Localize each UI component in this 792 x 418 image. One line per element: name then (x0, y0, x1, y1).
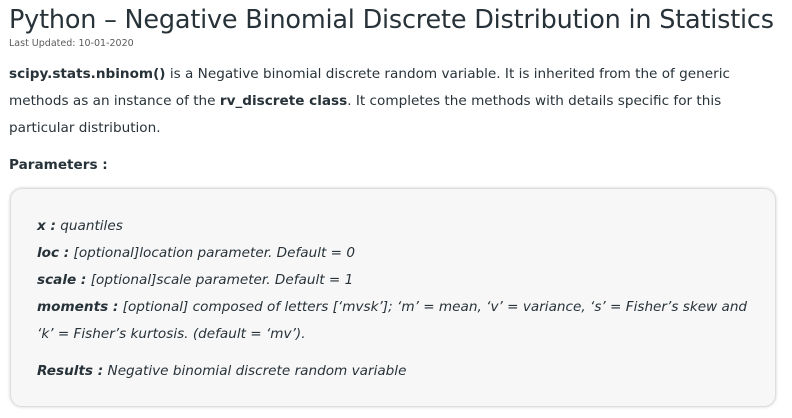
parameters-content: x : quantiles loc : [optional]location p… (37, 213, 757, 385)
param-name: scale : (37, 272, 87, 288)
intro-paragraph: scipy.stats.nbinom() is a Negative binom… (9, 61, 779, 142)
parameters-box: x : quantiles loc : [optional]location p… (10, 188, 776, 407)
article-title: Python – Negative Binomial Discrete Dist… (9, 5, 774, 35)
param-desc: [optional]location parameter. Default = … (69, 245, 356, 261)
param-desc: [optional]scale parameter. Default = 1 (86, 272, 354, 288)
param-name: loc : (37, 245, 70, 261)
param-name: moments : (37, 299, 119, 315)
parameters-heading: Parameters : (9, 157, 108, 173)
param-scale: scale : [optional]scale parameter. Defau… (37, 267, 757, 294)
class-name: rv_discrete class (219, 93, 348, 109)
param-desc: quantiles (55, 218, 123, 234)
param-loc: loc : [optional]location parameter. Defa… (37, 240, 757, 267)
param-name: x : (37, 218, 56, 234)
last-updated-date: Last Updated: 10-01-2020 (9, 38, 134, 49)
param-moments: moments : [optional] composed of letters… (37, 294, 757, 348)
param-x: x : quantiles (37, 213, 757, 240)
param-desc: [optional] composed of letters [‘mvsk’];… (37, 299, 748, 342)
results-line: Results : Negative binomial discrete ran… (37, 358, 757, 385)
results-desc: Negative binomial discrete random variab… (103, 363, 407, 379)
function-name: scipy.stats.nbinom() (9, 66, 166, 82)
results-label: Results : (37, 363, 104, 379)
